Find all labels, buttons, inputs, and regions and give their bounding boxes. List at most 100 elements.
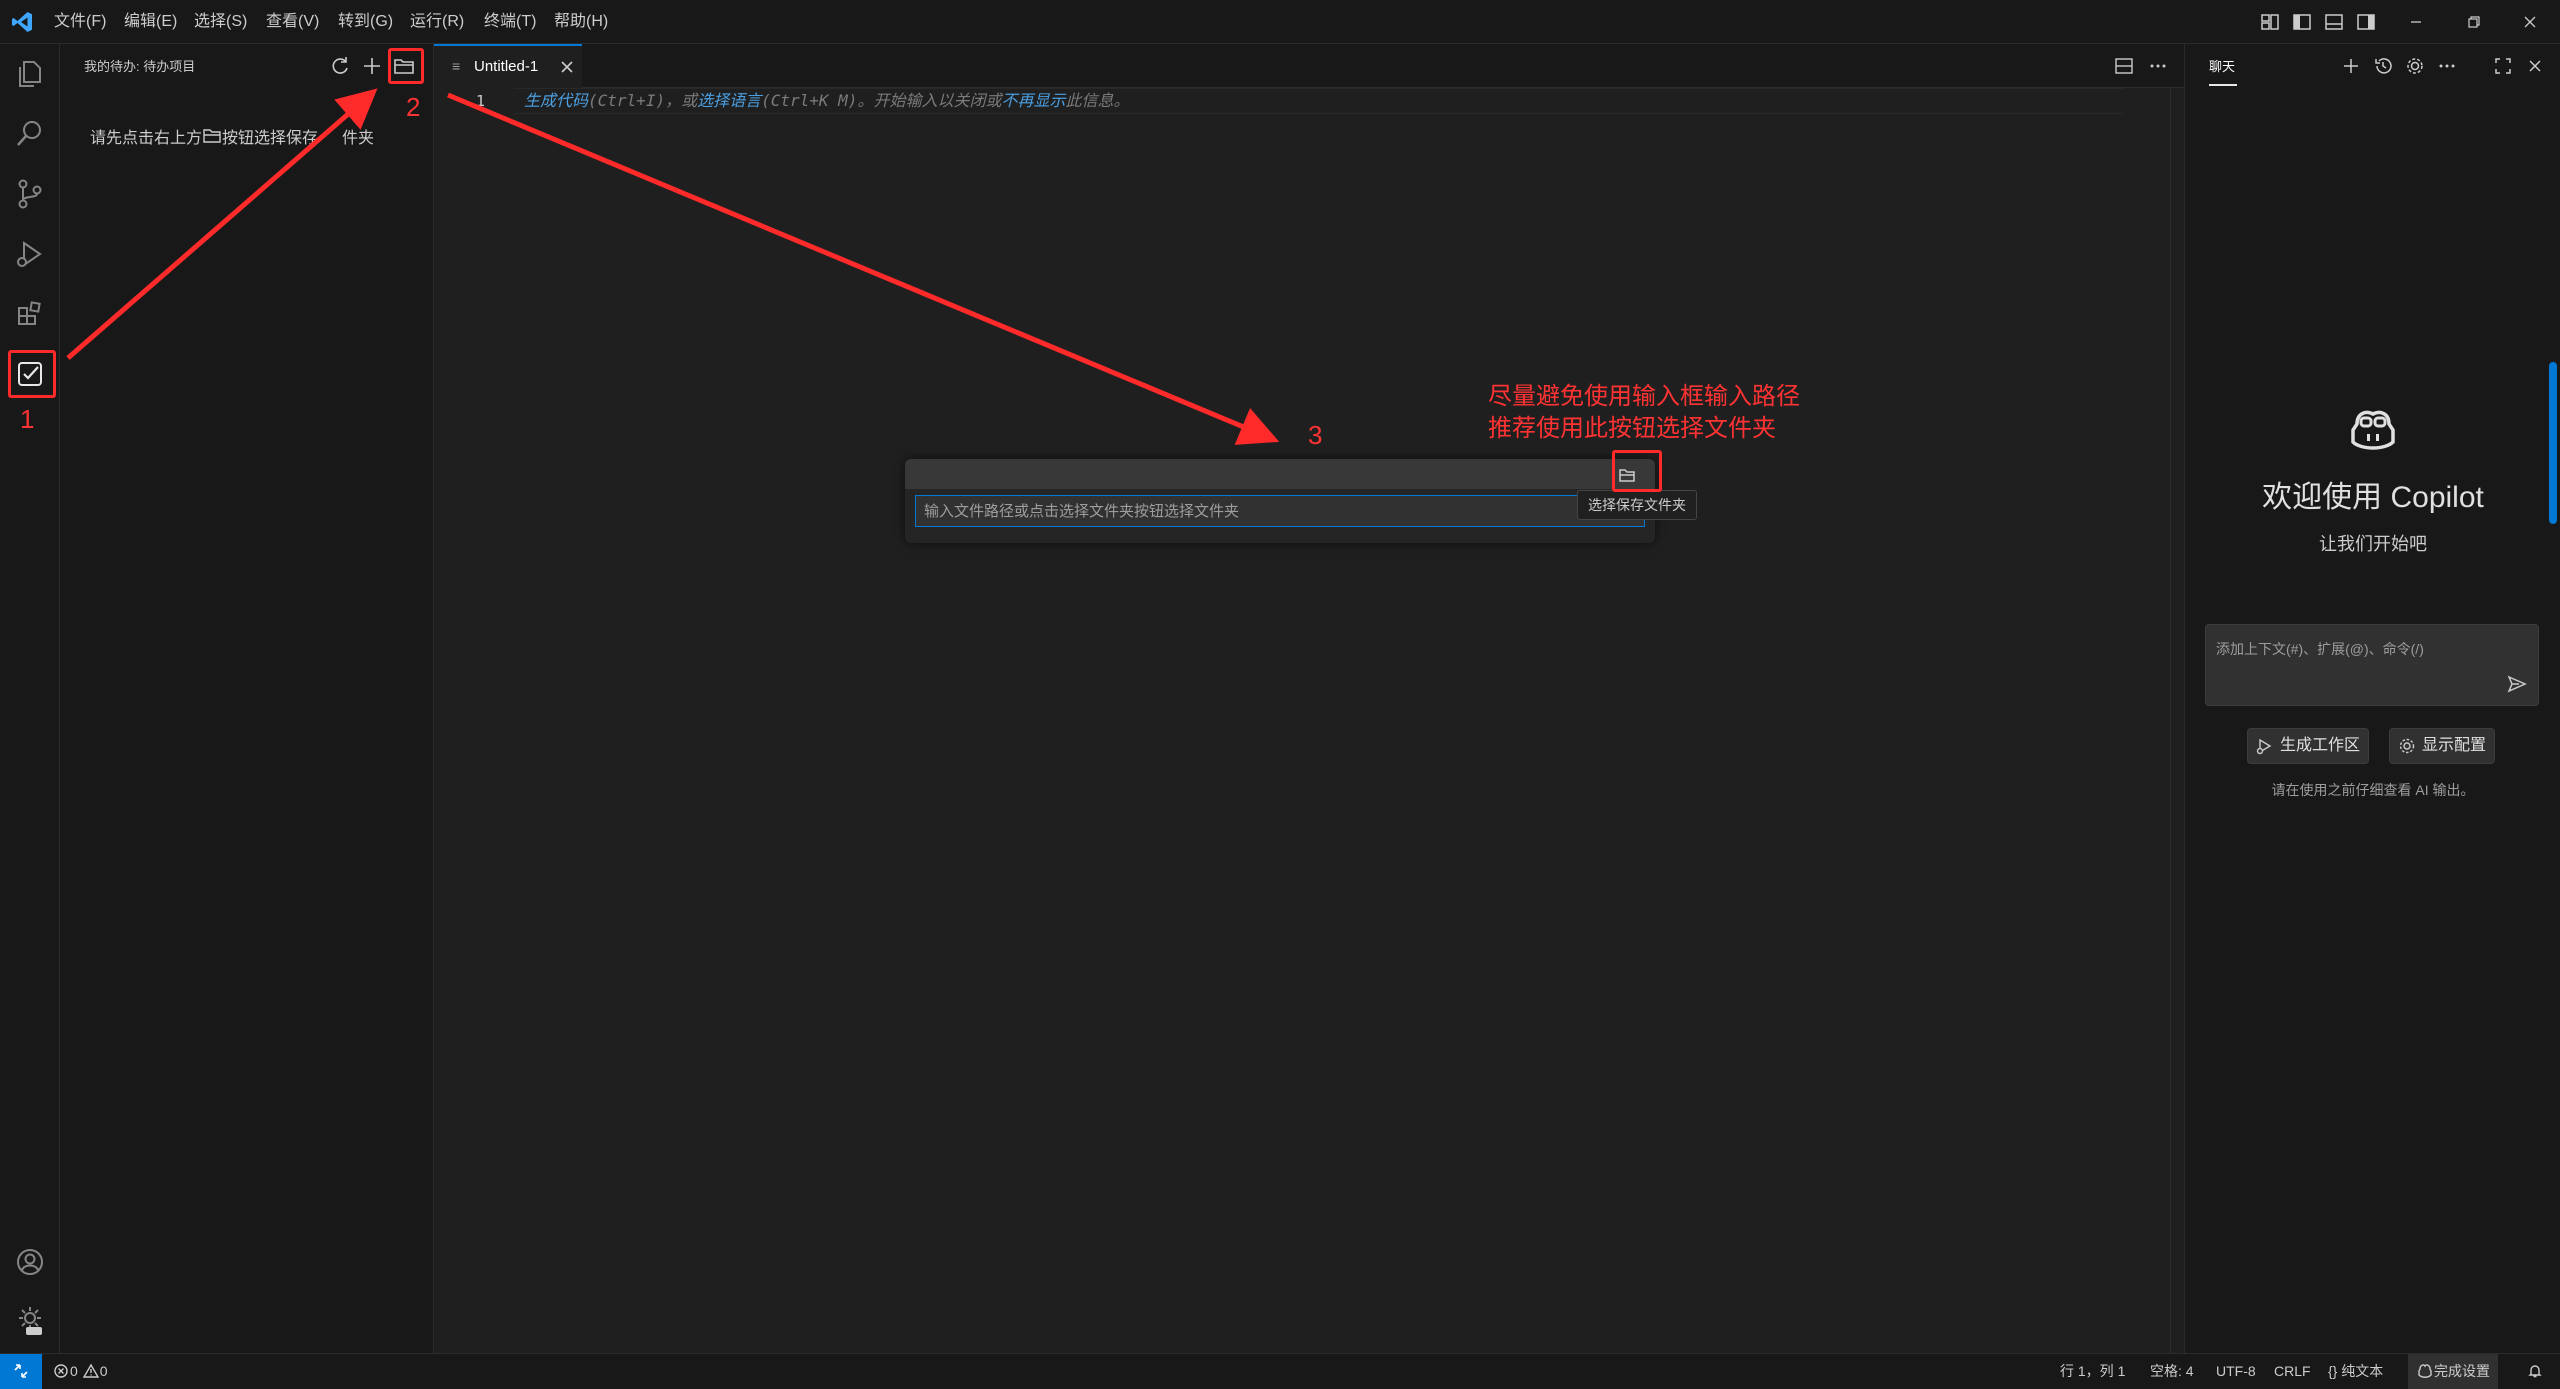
menu-selection[interactable]: 选择(S) [190, 0, 251, 44]
remote-indicator[interactable] [0, 1354, 42, 1389]
warning-icon [82, 1363, 99, 1378]
toggle-panel-icon[interactable] [2322, 10, 2346, 34]
language-mode[interactable]: {} 纯文本 [2328, 1354, 2383, 1389]
language-label: 纯文本 [2341, 1363, 2384, 1379]
todo-sidebar: 我的待办: 待办项目 请先点击右上方 按钮选择保存 件夹 [60, 44, 434, 1353]
search-icon[interactable] [12, 116, 48, 152]
toggle-secondary-sidebar-icon[interactable] [2354, 10, 2378, 34]
explorer-icon[interactable] [12, 56, 48, 92]
folder-icon[interactable] [1615, 463, 1639, 487]
file-path-input[interactable] [915, 495, 1645, 527]
refresh-icon[interactable] [326, 52, 354, 80]
run-debug-icon[interactable] [12, 236, 48, 272]
activity-bar [0, 44, 60, 1353]
copilot-status-label: 完成设置 [2434, 1363, 2490, 1379]
history-icon[interactable] [2371, 54, 2395, 78]
line-number: 1 [476, 92, 486, 110]
braces-icon: {} [2328, 1363, 2338, 1379]
source-control-icon[interactable] [12, 176, 48, 212]
send-icon[interactable] [2506, 673, 2528, 695]
warning-count: 0 [99, 1363, 108, 1379]
chat-subtitle: 让我们开始吧 [2319, 534, 2427, 554]
error-count: 0 [70, 1363, 78, 1379]
workspace-icon [2256, 738, 2272, 755]
notifications-icon[interactable] [2526, 1354, 2544, 1389]
cursor-position[interactable]: 行 1，列 1 [2060, 1354, 2125, 1389]
vertical-scrollbar[interactable] [2170, 88, 2183, 1353]
chat-welcome-title: 欢迎使用 Copilot [2262, 481, 2484, 514]
copilot-status[interactable]: 完成设置 [2408, 1354, 2498, 1389]
add-icon[interactable] [358, 52, 386, 80]
sidebar-title: 我的待办: 待办项目 [84, 59, 196, 74]
hint-text-1: (Ctrl+I)，或 [588, 91, 698, 110]
problems-indicator[interactable]: 0 0 [52, 1354, 107, 1389]
text-file-icon: ≡ [452, 58, 461, 74]
folder-open-icon[interactable] [390, 52, 418, 80]
menu-terminal[interactable]: 终端(T) [480, 0, 540, 44]
split-editor-icon[interactable] [2112, 54, 2136, 78]
remote-icon [14, 1364, 28, 1378]
chat-tab-indicator [2209, 84, 2237, 86]
title-bar: 文件(F) 编辑(E) 选择(S) 查看(V) 转到(G) 运行(R) 终端(T… [0, 0, 2560, 44]
hint-text-3: 此信息。 [1065, 91, 1130, 110]
chat-input[interactable]: 添加上下文(#)、扩展(@)、命令(/) [2205, 624, 2539, 706]
error-icon [54, 1364, 68, 1378]
todo-check-icon[interactable] [12, 356, 48, 392]
gear-icon[interactable] [2403, 54, 2427, 78]
menu-edit[interactable]: 编辑(E) [120, 0, 181, 44]
chat-disclaimer: 请在使用之前仔细查看 AI 输出。 [2271, 782, 2475, 798]
new-chat-icon[interactable] [2339, 54, 2363, 78]
chat-scrollbar[interactable] [2549, 362, 2557, 524]
generate-workspace-label: 生成工作区 [2280, 737, 2361, 754]
menu-view[interactable]: 查看(V) [262, 0, 323, 44]
editor-tab-bar: ≡ Untitled-1 [434, 44, 2184, 88]
menu-help[interactable]: 帮助(H) [550, 0, 612, 44]
tab-untitled-1[interactable]: ≡ Untitled-1 [434, 44, 582, 88]
dont-show-link[interactable]: 不再显示 [1001, 91, 1065, 110]
tab-label: Untitled-1 [474, 58, 539, 75]
copilot-icon [2351, 410, 2395, 450]
quick-input-header [905, 459, 1655, 489]
customize-layout-icon[interactable] [2258, 10, 2282, 34]
copilot-icon [2418, 1364, 2432, 1378]
sidebar-hint-tail: 件夹 [342, 130, 375, 147]
vscode-logo-icon [12, 12, 32, 32]
generate-code-link[interactable]: 生成代码 [524, 91, 588, 110]
more-actions-icon[interactable] [2146, 54, 2170, 78]
account-icon[interactable] [12, 1244, 48, 1280]
chat-input-placeholder: 添加上下文(#)、扩展(@)、命令(/) [2216, 641, 2424, 657]
editor-hint: 生成代码(Ctrl+I)，或选择语言(Ctrl+K M)。开始输入以关闭或不再显… [524, 88, 1129, 114]
end-of-line[interactable]: CRLF [2274, 1354, 2311, 1389]
menu-file[interactable]: 文件(F) [50, 0, 110, 44]
close-icon[interactable] [558, 58, 576, 76]
close-icon[interactable] [2523, 54, 2547, 78]
show-config-label: 显示配置 [2422, 737, 2487, 754]
extensions-icon[interactable] [12, 296, 48, 332]
menu-go[interactable]: 转到(G) [334, 0, 397, 44]
chat-tab[interactable]: 聊天 [2209, 56, 2235, 75]
restore-icon[interactable] [2462, 10, 2486, 34]
minimize-icon[interactable] [2404, 10, 2428, 34]
sidebar-hint-prefix: 请先点击右上方 [90, 130, 203, 147]
sidebar-hint-suffix: 按钮选择保存 [222, 130, 319, 147]
maximize-icon[interactable] [2491, 54, 2515, 78]
quick-input-dialog [905, 459, 1655, 543]
settings-icon[interactable] [12, 1302, 48, 1338]
window-close-icon[interactable] [2518, 10, 2542, 34]
indentation[interactable]: 空格: 4 [2150, 1354, 2194, 1389]
toggle-primary-sidebar-icon[interactable] [2290, 10, 2314, 34]
gear-icon [2399, 738, 2415, 754]
encoding[interactable]: UTF-8 [2216, 1354, 2256, 1389]
more-icon[interactable] [2435, 54, 2459, 78]
select-language-link[interactable]: 选择语言 [697, 91, 761, 110]
menu-run[interactable]: 运行(R) [406, 0, 468, 44]
generate-workspace-button[interactable]: 生成工作区 [2247, 728, 2370, 764]
sidebar-hint: 请先点击右上方 按钮选择保存 件夹 [90, 124, 374, 148]
show-config-button[interactable]: 显示配置 [2389, 728, 2496, 764]
status-bar: 0 0 行 1，列 1 空格: 4 UTF-8 CRLF {} 纯文本 完成设置 [0, 1353, 2560, 1389]
chat-panel: 聊天 欢迎使用 Copilot 让我们开始吧 添加上下文(#)、扩展(@)、命令… [2184, 44, 2560, 1353]
hint-text-2: (Ctrl+K M)。开始输入以关闭或 [761, 91, 1002, 110]
editor-area[interactable]: 1 生成代码(Ctrl+I)，或选择语言(Ctrl+K M)。开始输入以关闭或不… [434, 88, 2184, 1353]
select-folder-tooltip: 选择保存文件夹 [1577, 490, 1697, 520]
folder-icon [203, 129, 221, 143]
